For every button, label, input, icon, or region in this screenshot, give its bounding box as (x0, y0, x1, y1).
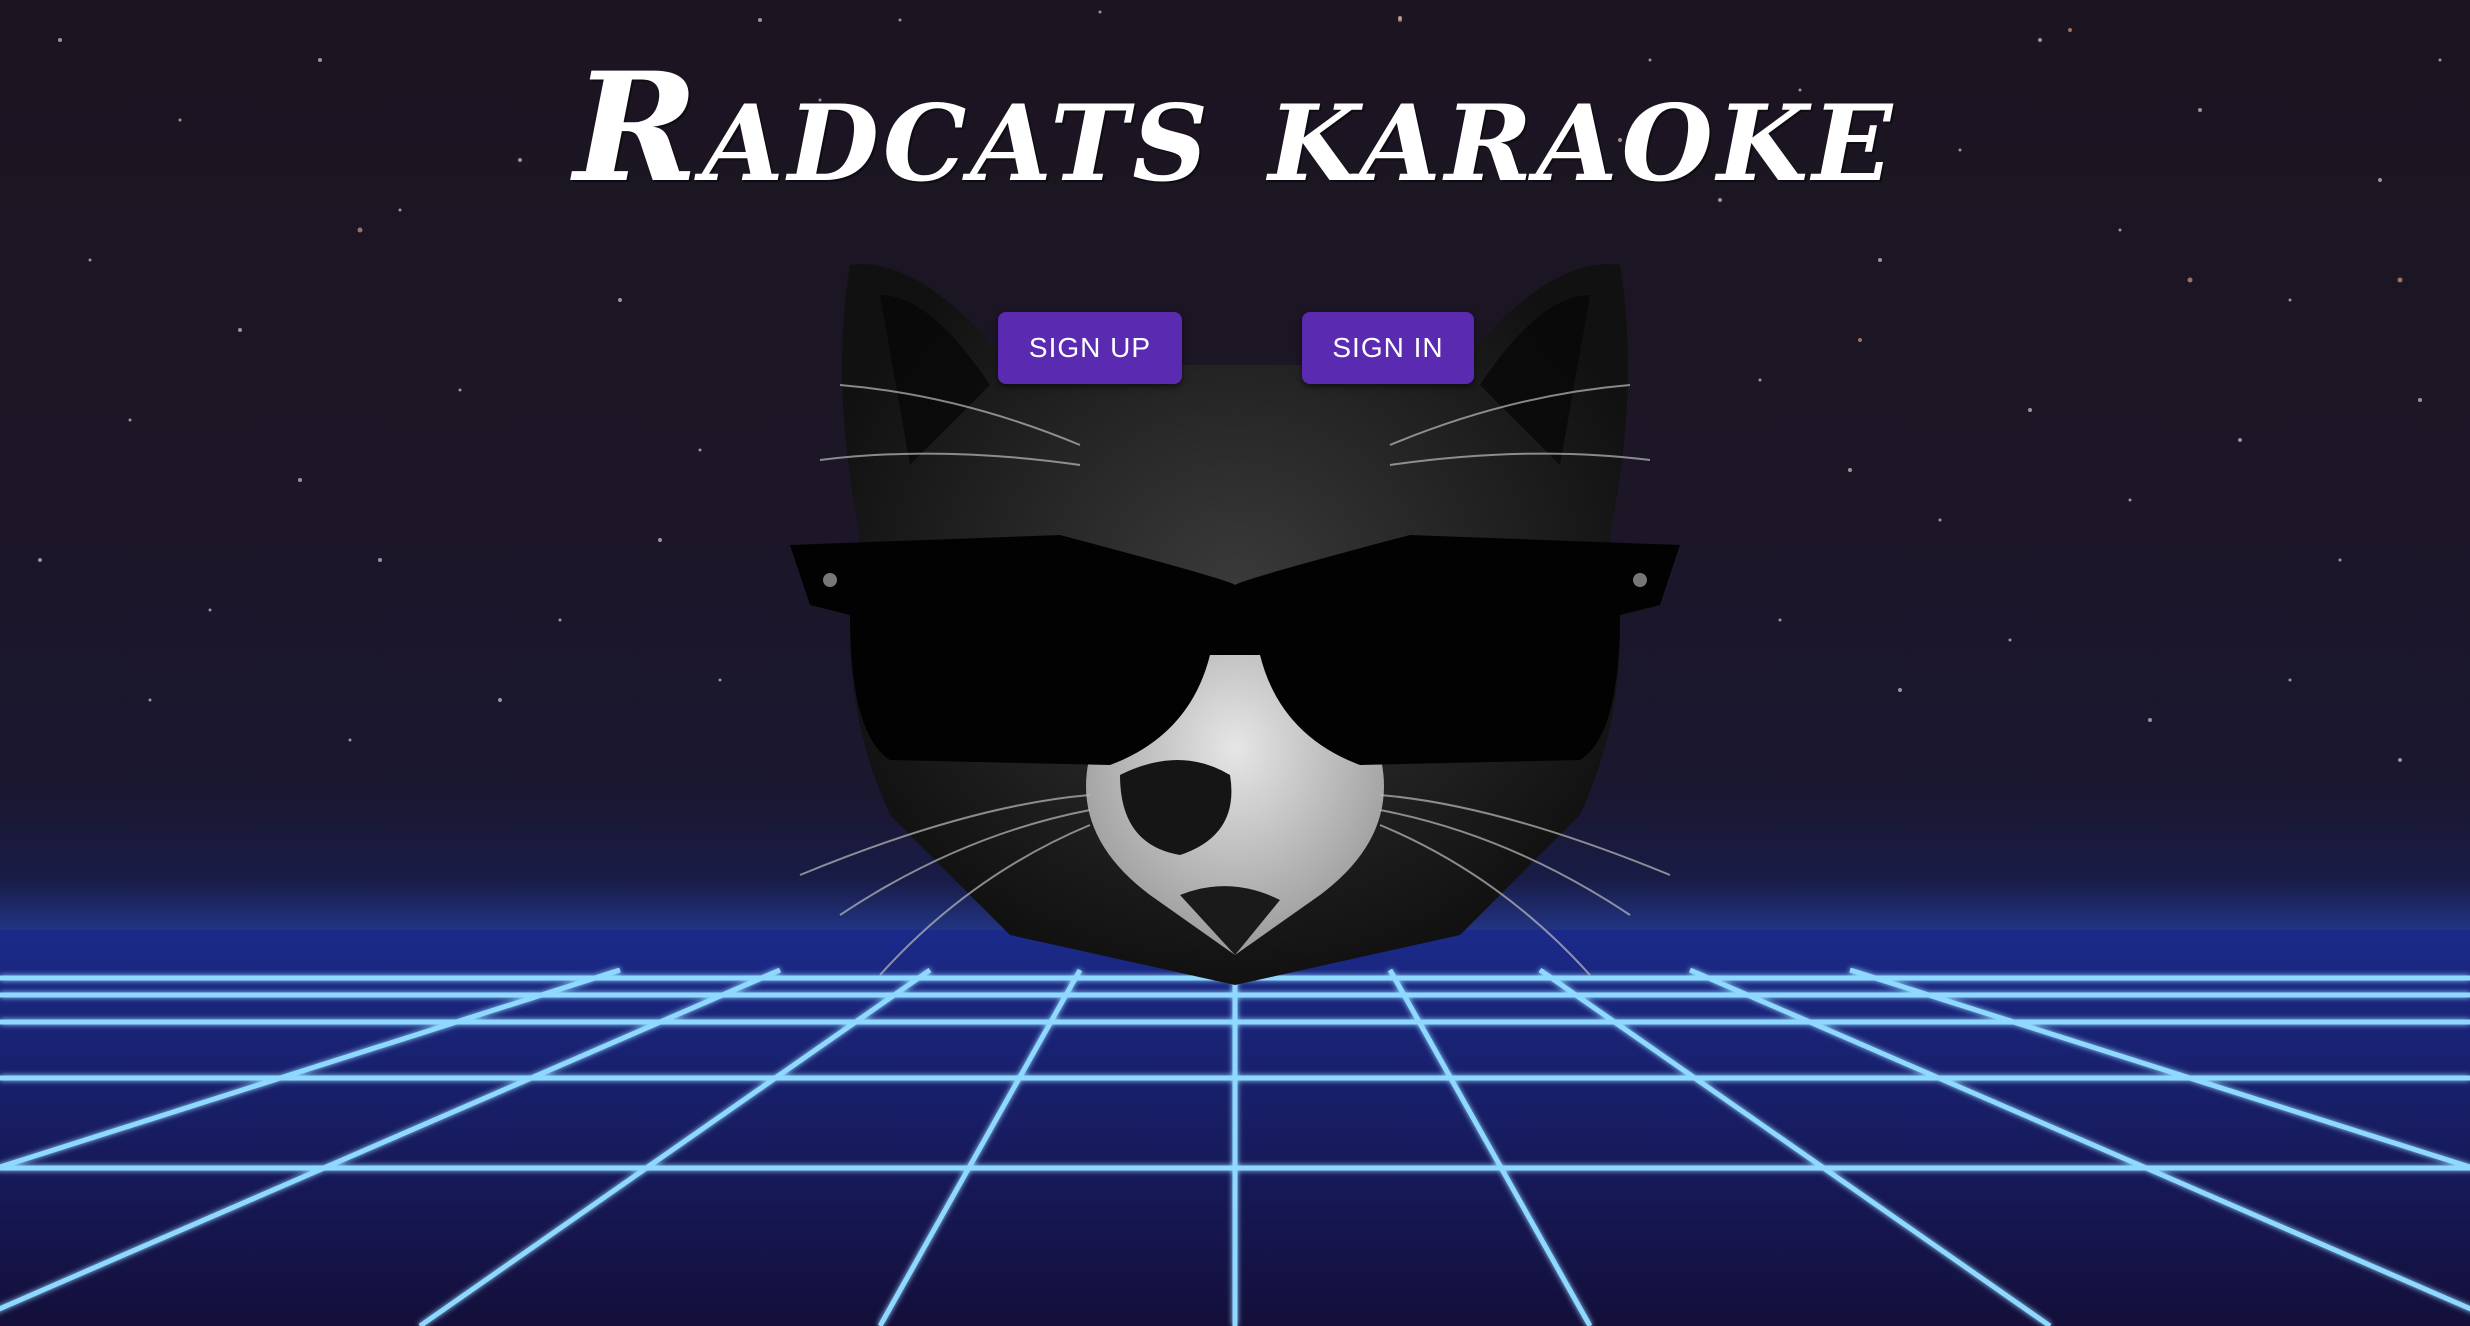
sign-in-button[interactable]: SIGN IN (1302, 312, 1474, 384)
sign-up-button[interactable]: SIGN UP (998, 312, 1182, 384)
cat-with-sunglasses-icon (790, 264, 1680, 986)
page-title: Radcats karaoke (573, 40, 1897, 216)
landing-page: Radcats karaoke SIGN UP SIGN IN (0, 0, 2470, 1326)
